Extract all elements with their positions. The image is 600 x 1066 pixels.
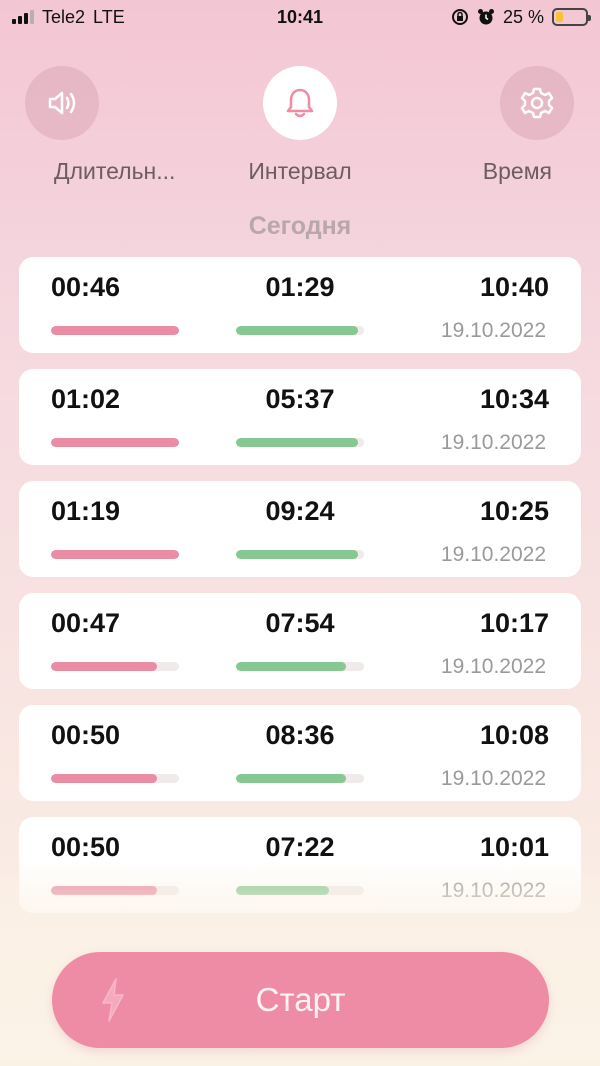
duration-value: 00:47 (51, 608, 121, 638)
interval-bar (236, 326, 364, 335)
duration-value: 01:02 (51, 384, 121, 414)
alarm-icon (477, 8, 495, 26)
time-value: 10:08 (479, 720, 549, 750)
time-value: 10:25 (479, 496, 549, 526)
date-value: 19.10.2022 (440, 431, 546, 454)
duration-bar-fill (51, 326, 179, 335)
section-title: Сегодня (248, 212, 352, 240)
list-item[interactable]: 00:47 07:54 10:17 19.10.2022 (19, 593, 581, 689)
interval-bar-fill (236, 662, 347, 671)
interval-bar-fill (236, 326, 358, 335)
status-bar: Tele2 LTE 10:41 25 % (0, 0, 600, 34)
duration-value: 00:50 (51, 720, 121, 750)
rotation-lock-icon (451, 8, 469, 26)
interval-bar (236, 886, 364, 895)
date-value: 19.10.2022 (440, 767, 546, 790)
interval-bar (236, 438, 364, 447)
duration-bar-fill (51, 662, 158, 671)
duration-value: 01:19 (51, 496, 121, 526)
interval-bar (236, 774, 364, 783)
list-item[interactable]: 00:46 01:29 10:40 19.10.2022 (19, 257, 581, 353)
interval-value: 07:54 (265, 608, 335, 638)
interval-value: 08:36 (265, 720, 335, 750)
tab-interval[interactable]: Интервал (210, 66, 390, 185)
interval-value: 07:22 (265, 832, 335, 862)
duration-value: 00:50 (51, 832, 121, 862)
tab-interval-label: Интервал (248, 158, 352, 184)
duration-bar (51, 662, 179, 671)
interval-value: 05:37 (265, 384, 335, 414)
interval-bar-fill (236, 774, 347, 783)
interval-bar (236, 662, 364, 671)
interval-bar-fill (236, 438, 358, 447)
duration-value: 00:46 (51, 272, 121, 302)
network-type: LTE (93, 6, 125, 27)
date-value: 19.10.2022 (440, 879, 546, 902)
tab-duration-label: Длительн... (54, 158, 176, 184)
lightning-icon (98, 976, 128, 1024)
start-button-label: Старт (255, 981, 346, 1018)
interval-bar (236, 550, 364, 559)
tab-time-label: Время (482, 158, 552, 184)
date-value: 19.10.2022 (440, 655, 546, 678)
tab-duration[interactable]: Длительн... (0, 66, 180, 185)
interval-value: 01:29 (265, 272, 335, 302)
tab-time[interactable]: Время (420, 66, 600, 185)
list-item[interactable]: 00:50 07:22 10:01 19.10.2022 (19, 817, 581, 913)
status-right: 25 % (388, 6, 591, 28)
contractions-list: 00:46 01:29 10:40 19.10.2022 01:02 05:37… (19, 257, 581, 929)
duration-bar-fill (51, 438, 179, 447)
interval-value: 09:24 (265, 496, 335, 526)
bell-icon[interactable] (263, 66, 337, 140)
date-value: 19.10.2022 (440, 543, 546, 566)
duration-bar (51, 438, 179, 447)
time-value: 10:40 (479, 272, 549, 302)
carrier-name: Tele2 (42, 6, 86, 27)
mode-tabs: Длительн... Интервал Время (0, 66, 600, 196)
date-value: 19.10.2022 (440, 319, 546, 342)
interval-bar-fill (236, 550, 358, 559)
time-value: 10:17 (479, 608, 549, 638)
time-value: 10:34 (479, 384, 549, 414)
duration-bar (51, 550, 179, 559)
duration-bar-fill (51, 886, 158, 895)
gear-icon[interactable] (500, 66, 574, 140)
duration-bar (51, 326, 179, 335)
duration-bar-fill (51, 774, 158, 783)
clock: 10:41 (276, 6, 324, 27)
list-item[interactable]: 00:50 08:36 10:08 19.10.2022 (19, 705, 581, 801)
interval-bar-fill (236, 886, 330, 895)
list-item[interactable]: 01:19 09:24 10:25 19.10.2022 (19, 481, 581, 577)
duration-bar-fill (51, 550, 179, 559)
signal-icon (12, 10, 34, 24)
start-button[interactable]: Старт (52, 952, 549, 1048)
list-item[interactable]: 01:02 05:37 10:34 19.10.2022 (19, 369, 581, 465)
duration-bar (51, 886, 179, 895)
battery-icon (551, 8, 591, 26)
speaker-icon[interactable] (25, 66, 99, 140)
status-left: Tele2 LTE (12, 7, 212, 28)
time-value: 10:01 (479, 832, 549, 862)
duration-bar (51, 774, 179, 783)
battery-percent: 25 % (502, 6, 544, 27)
